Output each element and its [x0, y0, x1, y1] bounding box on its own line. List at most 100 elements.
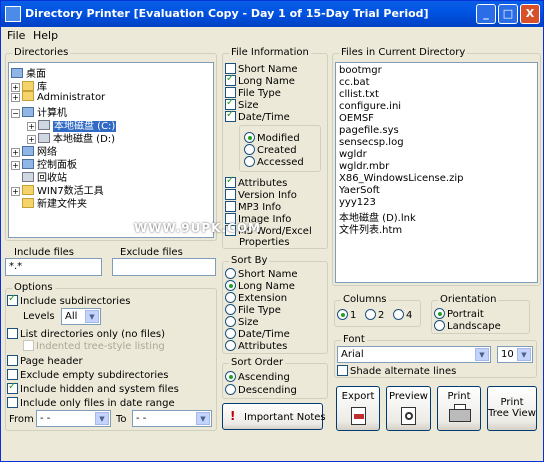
- columns-1-radio[interactable]: 1: [337, 309, 356, 321]
- list-item[interactable]: cllist.txt: [339, 89, 379, 101]
- title-bar[interactable]: Directory Printer [Evaluation Copy - Day…: [1, 1, 543, 27]
- file-information-label: File Information: [229, 47, 311, 58]
- list-item[interactable]: wgldr.mbr: [339, 161, 389, 173]
- exclude-files-input[interactable]: [112, 258, 216, 276]
- print-button[interactable]: Print: [437, 386, 481, 431]
- to-label: To: [116, 414, 127, 425]
- long-name-checkbox[interactable]: Long Name: [225, 73, 295, 87]
- sort-long-name-radio[interactable]: Long Name: [225, 280, 295, 292]
- expand-icon[interactable]: +: [11, 93, 20, 102]
- indented-tree-checkbox[interactable]: Indented tree-style listing: [23, 340, 165, 352]
- mp3-info-checkbox[interactable]: MP3 Info: [225, 201, 281, 213]
- include-subdirectories-checkbox[interactable]: Include subdirectories: [7, 293, 130, 307]
- directory-tree[interactable]: 桌面 + 库 + Administrator − 计算机 + 本地磁盘 (C:) + 本地…: [8, 62, 214, 238]
- list-item[interactable]: yyy123: [339, 197, 376, 209]
- levels-label: Levels: [23, 311, 55, 322]
- ascending-radio[interactable]: Ascending: [225, 371, 290, 383]
- preview-button[interactable]: Preview: [386, 386, 431, 431]
- tree-item-drive-d[interactable]: + 本地磁盘 (D:): [27, 130, 115, 145]
- portrait-radio[interactable]: Portrait: [434, 308, 484, 320]
- close-button[interactable]: X: [520, 4, 540, 24]
- font-family-select[interactable]: Arial ▼: [337, 346, 491, 363]
- columns-label: Columns: [341, 294, 389, 305]
- date-range-checkbox[interactable]: Include only files in date range: [7, 397, 175, 409]
- created-radio[interactable]: Created: [244, 144, 297, 156]
- tree-item-new-folder[interactable]: 新建文件夹: [22, 195, 87, 210]
- exclude-empty-checkbox[interactable]: Exclude empty subdirectories: [7, 369, 168, 381]
- collapse-icon[interactable]: −: [11, 109, 20, 118]
- descending-radio[interactable]: Descending: [225, 384, 297, 396]
- sort-extension-radio[interactable]: Extension: [225, 292, 287, 304]
- directories-label: Directories: [12, 47, 71, 58]
- include-files-input[interactable]: *.*: [5, 258, 102, 276]
- from-label: From: [9, 414, 34, 425]
- options-label: Options: [12, 282, 55, 293]
- chevron-down-icon: ▼: [196, 412, 210, 425]
- folder-icon: [22, 185, 34, 195]
- page-header-checkbox[interactable]: Page header: [7, 355, 83, 367]
- include-hidden-checkbox[interactable]: Include hidden and system files: [7, 381, 179, 395]
- columns-4-radio[interactable]: 4: [393, 309, 412, 321]
- print-tree-view-button[interactable]: Print Tree View: [487, 386, 537, 431]
- printer-icon: [449, 404, 471, 422]
- from-date-select[interactable]: - - ▼: [36, 410, 111, 427]
- tree-item-drive-c[interactable]: + 本地磁盘 (C:): [27, 117, 117, 132]
- list-item[interactable]: 文件列表.htm: [339, 221, 402, 236]
- user-folder-icon: [22, 91, 34, 101]
- list-item[interactable]: wgldr: [339, 149, 367, 161]
- properties-label: Properties: [239, 237, 290, 248]
- attributes-checkbox[interactable]: Attributes: [225, 175, 287, 189]
- shade-alternate-lines-checkbox[interactable]: Shade alternate lines: [337, 365, 456, 377]
- folder-icon: [22, 198, 34, 208]
- date-time-checkbox[interactable]: Date/Time: [225, 109, 290, 123]
- tree-item-network[interactable]: + 网络: [11, 143, 57, 158]
- drive-icon: [38, 120, 50, 130]
- tree-item-libraries[interactable]: + 库: [11, 78, 47, 93]
- short-name-checkbox[interactable]: Short Name: [225, 63, 298, 75]
- accessed-radio[interactable]: Accessed: [244, 156, 304, 168]
- levels-select[interactable]: All ▼: [61, 308, 101, 325]
- list-item[interactable]: OEMSF: [339, 113, 374, 125]
- minimize-button[interactable]: _: [476, 4, 496, 24]
- recycle-bin-icon: [22, 172, 34, 182]
- menu-file[interactable]: File: [7, 29, 25, 42]
- list-item[interactable]: configure.ini: [339, 101, 401, 113]
- maximize-button[interactable]: □: [498, 4, 518, 24]
- list-item[interactable]: YaerSoft: [339, 185, 380, 197]
- chevron-down-icon: ▼: [475, 348, 489, 361]
- modified-radio[interactable]: Modified: [244, 132, 300, 144]
- sort-file-type-radio[interactable]: File Type: [225, 304, 281, 316]
- list-item[interactable]: pagefile.sys: [339, 125, 399, 137]
- expand-icon[interactable]: +: [11, 187, 20, 196]
- tree-item-recycle-bin[interactable]: 回收站: [22, 169, 67, 184]
- important-notes-button[interactable]: ! Important Notes: [222, 403, 326, 430]
- list-item[interactable]: X86_WindowsLicense.zip: [339, 173, 463, 185]
- window-title: Directory Printer [Evaluation Copy - Day…: [25, 7, 429, 20]
- export-button[interactable]: Export: [336, 386, 380, 431]
- drive-icon: [38, 133, 50, 143]
- sort-attributes-radio[interactable]: Attributes: [225, 340, 287, 352]
- sort-short-name-radio[interactable]: Short Name: [225, 268, 298, 280]
- tree-item-win7-tool[interactable]: + WIN7数活工具: [11, 182, 104, 197]
- list-item[interactable]: sensecsp.log: [339, 137, 404, 149]
- chevron-down-icon: ▼: [517, 348, 531, 361]
- tree-item-computer[interactable]: − 计算机: [11, 104, 67, 119]
- columns-2-radio[interactable]: 2: [365, 309, 384, 321]
- list-directories-only-checkbox[interactable]: List directories only (no files): [7, 328, 165, 340]
- tree-item-control-panel[interactable]: + 控制面板: [11, 156, 77, 171]
- list-item[interactable]: bootmgr: [339, 65, 382, 77]
- menu-help[interactable]: Help: [33, 29, 58, 42]
- landscape-radio[interactable]: Landscape: [434, 320, 501, 332]
- file-list[interactable]: bootmgr cc.bat cllist.txt configure.ini …: [335, 62, 538, 283]
- sort-date-time-radio[interactable]: Date/Time: [225, 328, 290, 340]
- orientation-group: Orientation Portrait Landscape: [431, 294, 530, 334]
- list-item[interactable]: cc.bat: [339, 77, 370, 89]
- version-info-checkbox[interactable]: Version Info: [225, 189, 297, 201]
- expand-icon[interactable]: +: [11, 161, 20, 170]
- tree-item-desktop[interactable]: 桌面: [11, 65, 46, 80]
- list-item[interactable]: 本地磁盘 (D).lnk: [339, 209, 416, 224]
- to-date-select[interactable]: - - ▼: [132, 410, 212, 427]
- tree-item-administrator[interactable]: + Administrator: [11, 91, 105, 103]
- sort-size-radio[interactable]: Size: [225, 316, 259, 328]
- font-size-select[interactable]: 10 ▼: [497, 346, 533, 363]
